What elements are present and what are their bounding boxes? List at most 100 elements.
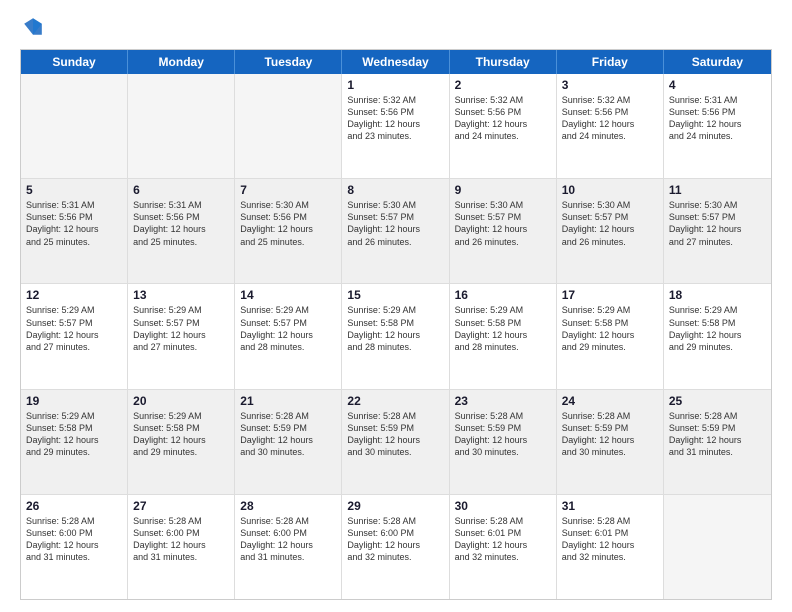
cell-line: and 29 minutes.: [562, 341, 658, 353]
cell-line: Sunset: 6:01 PM: [455, 527, 551, 539]
calendar: SundayMondayTuesdayWednesdayThursdayFrid…: [20, 49, 772, 600]
header-day-saturday: Saturday: [664, 50, 771, 74]
day-number: 26: [26, 499, 122, 513]
cell-line: Daylight: 12 hours: [562, 329, 658, 341]
header-day-monday: Monday: [128, 50, 235, 74]
cal-cell-3-6: 17Sunrise: 5:29 AMSunset: 5:58 PMDayligh…: [557, 284, 664, 388]
cell-line: Daylight: 12 hours: [347, 434, 443, 446]
cal-cell-4-2: 20Sunrise: 5:29 AMSunset: 5:58 PMDayligh…: [128, 390, 235, 494]
cell-line: Sunrise: 5:28 AM: [455, 515, 551, 527]
cell-line: Daylight: 12 hours: [240, 223, 336, 235]
cal-cell-5-5: 30 Sunrise: 5:28 AMSunset: 6:01 PMDayligh…: [450, 495, 557, 599]
cell-line: Sunset: 5:57 PM: [133, 317, 229, 329]
cal-row-2: 5Sunrise: 5:31 AMSunset: 5:56 PMDaylight…: [21, 178, 771, 283]
cell-line: and 28 minutes.: [347, 341, 443, 353]
calendar-body: 1Sunrise: 5:32 AMSunset: 5:56 PMDaylight…: [21, 74, 771, 599]
cell-line: Daylight: 12 hours: [669, 118, 766, 130]
cell-line: Sunset: 6:00 PM: [133, 527, 229, 539]
cell-line: Sunrise: 5:30 AM: [669, 199, 766, 211]
cal-row-5: 26Sunrise: 5:28 AMSunset: 6:00 PMDayligh…: [21, 494, 771, 599]
cal-row-4: 19Sunrise: 5:29 AMSunset: 5:58 PMDayligh…: [21, 389, 771, 494]
day-number: 11: [669, 183, 766, 197]
day-number: 4: [669, 78, 766, 92]
cell-line: Sunset: 5:58 PM: [562, 317, 658, 329]
cell-line: Sunrise: 5:32 AM: [455, 94, 551, 106]
cal-cell-5-1: 26Sunrise: 5:28 AMSunset: 6:00 PMDayligh…: [21, 495, 128, 599]
day-number: 2: [455, 78, 551, 92]
day-number: 30: [455, 499, 551, 513]
cell-line: Sunset: 5:56 PM: [669, 106, 766, 118]
cell-line: Sunrise: 5:30 AM: [455, 199, 551, 211]
cell-line: Sunset: 5:56 PM: [240, 211, 336, 223]
day-number: 18: [669, 288, 766, 302]
cell-line: and 25 minutes.: [240, 236, 336, 248]
cell-line: Sunrise: 5:28 AM: [347, 515, 443, 527]
logo-icon: [22, 16, 44, 38]
cell-line: Daylight: 12 hours: [562, 223, 658, 235]
cell-line: Daylight: 12 hours: [133, 539, 229, 551]
day-number: 29: [347, 499, 443, 513]
cell-line: Daylight: 12 hours: [455, 539, 551, 551]
cell-line: Sunrise: 5:29 AM: [26, 304, 122, 316]
cell-line: Sunrise: 5:32 AM: [347, 94, 443, 106]
day-number: 14: [240, 288, 336, 302]
cell-line: Daylight: 12 hours: [26, 434, 122, 446]
cell-line: Sunrise: 5:29 AM: [562, 304, 658, 316]
cell-line: Sunset: 5:58 PM: [669, 317, 766, 329]
cell-line: Sunrise: 5:28 AM: [562, 515, 658, 527]
header-day-sunday: Sunday: [21, 50, 128, 74]
cal-cell-1-3: [235, 74, 342, 178]
cal-cell-4-1: 19Sunrise: 5:29 AMSunset: 5:58 PMDayligh…: [21, 390, 128, 494]
cell-line: and 26 minutes.: [562, 236, 658, 248]
cell-line: Daylight: 12 hours: [669, 434, 766, 446]
day-number: 21: [240, 394, 336, 408]
day-number: 13: [133, 288, 229, 302]
cal-cell-5-4: 29Sunrise: 5:28 AMSunset: 6:00 PMDayligh…: [342, 495, 449, 599]
cal-cell-4-4: 22Sunrise: 5:28 AMSunset: 5:59 PMDayligh…: [342, 390, 449, 494]
cell-line: Sunset: 5:56 PM: [26, 211, 122, 223]
cell-line: Sunrise: 5:28 AM: [347, 410, 443, 422]
cal-cell-2-6: 10Sunrise: 5:30 AMSunset: 5:57 PMDayligh…: [557, 179, 664, 283]
cell-line: Sunset: 5:59 PM: [669, 422, 766, 434]
header-day-friday: Friday: [557, 50, 664, 74]
cell-line: and 29 minutes.: [669, 341, 766, 353]
cell-line: Sunset: 6:00 PM: [240, 527, 336, 539]
cell-line: Sunset: 5:59 PM: [562, 422, 658, 434]
cell-line: and 24 minutes.: [455, 130, 551, 142]
cell-line: Daylight: 12 hours: [562, 118, 658, 130]
cell-line: and 30 minutes.: [240, 446, 336, 458]
day-number: 31: [562, 499, 658, 513]
cell-line: Sunset: 5:58 PM: [133, 422, 229, 434]
cell-line: Sunrise: 5:29 AM: [455, 304, 551, 316]
cal-cell-5-6: 31Sunrise: 5:28 AMSunset: 6:01 PMDayligh…: [557, 495, 664, 599]
header: [20, 16, 772, 43]
cell-line: and 28 minutes.: [240, 341, 336, 353]
cell-line: and 31 minutes.: [240, 551, 336, 563]
day-number: 24: [562, 394, 658, 408]
cal-cell-4-6: 24Sunrise: 5:28 AMSunset: 5:59 PMDayligh…: [557, 390, 664, 494]
cell-line: Sunrise: 5:28 AM: [562, 410, 658, 422]
cell-line: Daylight: 12 hours: [133, 434, 229, 446]
cell-line: Daylight: 12 hours: [347, 539, 443, 551]
day-number: 8: [347, 183, 443, 197]
header-day-wednesday: Wednesday: [342, 50, 449, 74]
cell-line: Sunset: 5:59 PM: [240, 422, 336, 434]
cell-line: Daylight: 12 hours: [240, 329, 336, 341]
cell-line: Sunset: 5:56 PM: [562, 106, 658, 118]
cell-line: and 30 minutes.: [455, 446, 551, 458]
cal-cell-3-4: 15Sunrise: 5:29 AMSunset: 5:58 PMDayligh…: [342, 284, 449, 388]
day-number: 3: [562, 78, 658, 92]
cell-line: Sunrise: 5:30 AM: [347, 199, 443, 211]
cell-line: Sunrise: 5:28 AM: [133, 515, 229, 527]
day-number: 23: [455, 394, 551, 408]
cell-line: and 25 minutes.: [133, 236, 229, 248]
cell-line: Daylight: 12 hours: [669, 329, 766, 341]
day-number: 1: [347, 78, 443, 92]
cal-cell-5-7: [664, 495, 771, 599]
cell-line: Daylight: 12 hours: [26, 329, 122, 341]
cell-line: Sunrise: 5:29 AM: [347, 304, 443, 316]
cal-cell-1-2: [128, 74, 235, 178]
day-number: 15: [347, 288, 443, 302]
cell-line: Sunrise: 5:32 AM: [562, 94, 658, 106]
cal-cell-5-3: 28Sunrise: 5:28 AMSunset: 6:00 PMDayligh…: [235, 495, 342, 599]
